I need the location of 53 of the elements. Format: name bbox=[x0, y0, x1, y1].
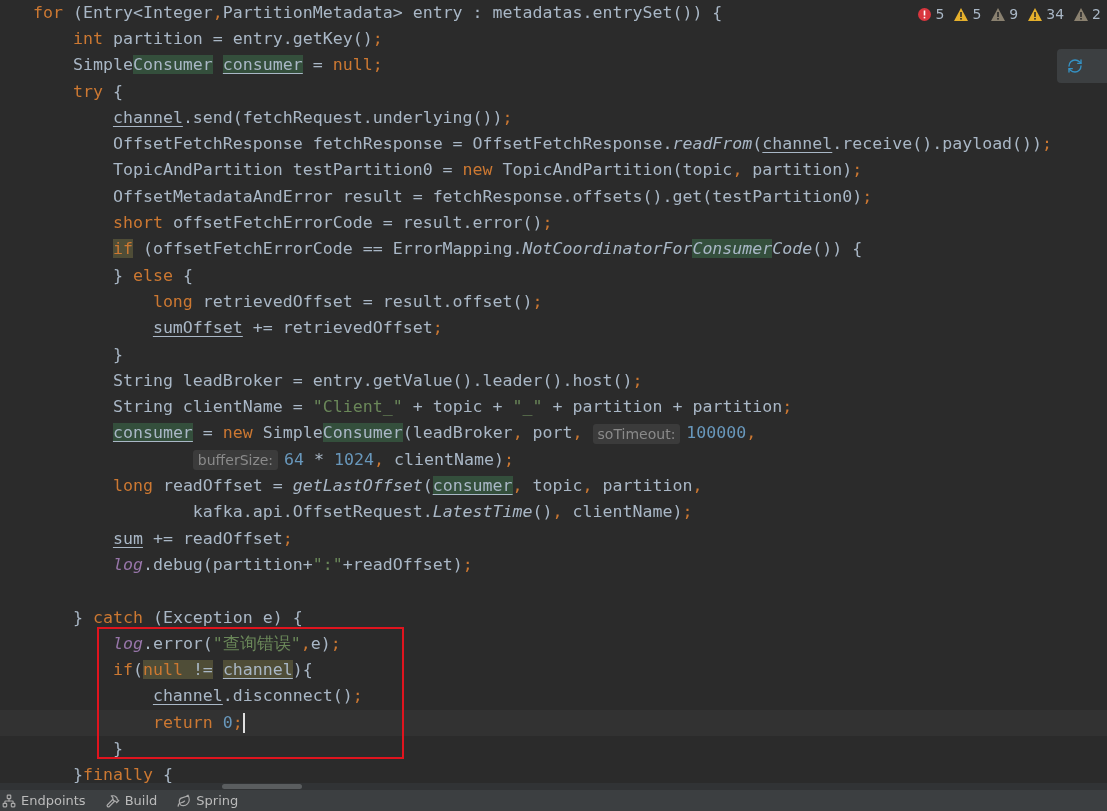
code-text: return 0; bbox=[151, 711, 243, 734]
scrollbar-thumb[interactable] bbox=[222, 784, 302, 789]
code-text: } else { bbox=[111, 264, 193, 287]
code-text: }finally { bbox=[71, 764, 173, 787]
tool-window-tab[interactable]: Build bbox=[105, 790, 158, 811]
inspection-counter[interactable]: 5 bbox=[918, 4, 945, 25]
code-text: channel.send(fetchRequest.underlying()); bbox=[111, 106, 513, 129]
warning-icon bbox=[954, 8, 969, 21]
code-text: } catch (Exception e) { bbox=[71, 606, 303, 629]
reload-button[interactable] bbox=[1057, 49, 1107, 83]
code-text: long retrievedOffset = result.offset(); bbox=[151, 290, 543, 313]
inspection-counter[interactable]: 34 bbox=[1028, 4, 1065, 25]
code-text: short offsetFetchErrorCode = result.error(); bbox=[111, 212, 553, 235]
code-text: SimpleConsumer consumer = null; bbox=[71, 54, 383, 77]
parameter-hint: bufferSize: bbox=[192, 450, 279, 471]
parameter-hint: soTimeout: bbox=[592, 423, 681, 444]
code-text: } bbox=[111, 343, 123, 366]
hammer-icon bbox=[105, 793, 120, 808]
code-text: consumer = new SimpleConsumer(leadBroker, port, bbox=[111, 422, 584, 445]
code-text: kafka.api.OffsetRequest.LatestTime(), clientName); bbox=[191, 501, 693, 524]
horizontal-scrollbar[interactable] bbox=[0, 783, 1107, 790]
code-text: String clientName = "Client_" + topic + "_" + partition + partition; bbox=[111, 396, 793, 419]
network-icon bbox=[2, 793, 16, 808]
tool-window-tab[interactable]: Endpoints bbox=[2, 790, 86, 811]
warning-icon bbox=[1074, 8, 1089, 21]
code-text: if (offsetFetchErrorCode == ErrorMapping.NotCoordinatorForConsumerCode()) { bbox=[111, 238, 863, 261]
tool-window-tab[interactable]: Spring bbox=[177, 790, 239, 811]
code-text: int partition = entry.getKey(); bbox=[71, 28, 383, 50]
reload-icon bbox=[1067, 58, 1083, 74]
code-text: if(null != channel){ bbox=[111, 659, 313, 682]
code-text: channel.disconnect(); bbox=[151, 685, 363, 708]
code-text: sumOffset += retrievedOffset; bbox=[151, 317, 443, 340]
warning-icon bbox=[1028, 8, 1043, 21]
code-text: OffsetMetadataAndError result = fetchResponse.offsets().get(testPartition0); bbox=[111, 185, 873, 208]
leaf-icon bbox=[177, 793, 192, 808]
code-text: TopicAndPartition testPartition0 = new TopicAndPartition(topic, partition); bbox=[111, 159, 863, 182]
code-text: log.error("查询错误",e); bbox=[111, 632, 341, 655]
error-icon bbox=[918, 8, 932, 21]
code-text: 64 * 1024, clientName); bbox=[284, 448, 514, 471]
code-text: log.debug(partition+":"+readOffset); bbox=[111, 553, 473, 576]
code-text: sum += readOffset; bbox=[111, 527, 293, 550]
inspection-counter[interactable]: 2 bbox=[1074, 4, 1101, 25]
code-text: try { bbox=[71, 80, 123, 103]
code-text: long readOffset = getLastOffset(consumer, topic, partition, bbox=[111, 475, 703, 498]
code-text: OffsetFetchResponse fetchResponse = OffsetFetchResponse.readFrom(channel.receive().payload()); bbox=[111, 133, 1053, 156]
code-text: 100000, bbox=[686, 422, 757, 445]
inspection-counter[interactable]: 5 bbox=[954, 4, 982, 25]
text-cursor bbox=[242, 713, 245, 734]
code-text: for (Entry<Integer,PartitionMetadata> entry : metadatas.entrySet()) { bbox=[33, 1, 723, 24]
warning-icon bbox=[991, 8, 1006, 21]
inspection-counter[interactable]: 9 bbox=[991, 4, 1019, 25]
code-text: } bbox=[111, 738, 123, 760]
code-text: String leadBroker = entry.getValue().leader().host(); bbox=[111, 369, 643, 392]
